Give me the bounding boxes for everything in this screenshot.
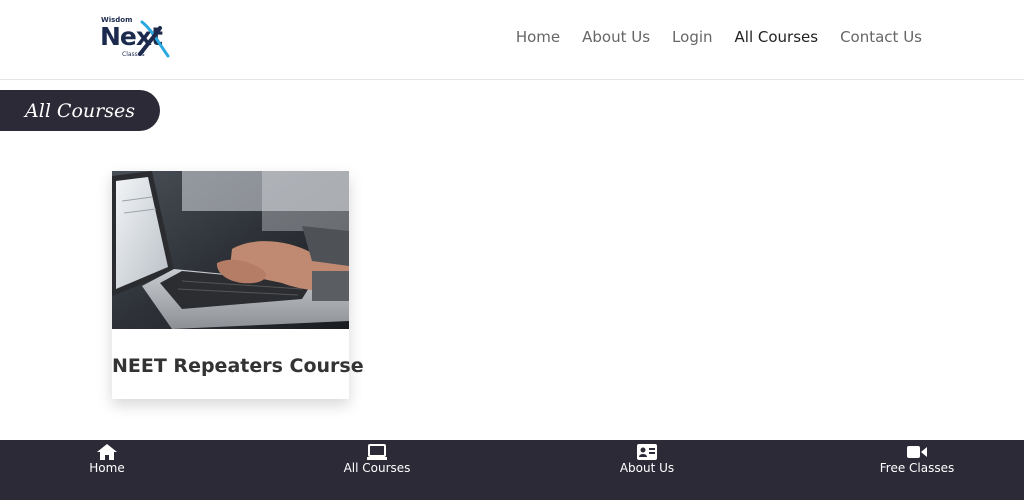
home-icon [97, 444, 117, 460]
laptop-typing-image [112, 171, 349, 329]
laptop-icon [367, 444, 387, 460]
logo-bottom-text: Classes [122, 51, 145, 58]
nav-all-courses[interactable]: All Courses [735, 28, 819, 46]
page-title: All Courses [25, 99, 135, 122]
course-image[interactable] [112, 171, 349, 329]
site-logo[interactable]: Wisdom Next Classes [100, 14, 174, 60]
bottom-nav-about-label: About Us [619, 461, 675, 475]
bottom-nav-free-classes[interactable]: Free Classes [817, 440, 1017, 500]
page-title-pill: All Courses [0, 90, 160, 131]
id-card-icon [637, 444, 657, 460]
bottom-nav-all-courses-label: All Courses [343, 461, 411, 475]
main-nav: Home About Us Login All Courses Contact … [516, 28, 922, 46]
bottom-nav-all-courses[interactable]: All Courses [277, 440, 477, 500]
nav-login[interactable]: Login [672, 28, 712, 46]
nav-contact[interactable]: Contact Us [840, 28, 922, 46]
bottom-nav: Home All Courses About Us Free Classes [0, 440, 1024, 500]
bottom-nav-home-label: Home [89, 461, 125, 475]
bottom-nav-about[interactable]: About Us [547, 440, 747, 500]
site-header: Wisdom Next Classes Home About Us Login … [0, 0, 1024, 80]
nav-home[interactable]: Home [516, 28, 560, 46]
bottom-nav-home[interactable]: Home [7, 440, 207, 500]
bottom-nav-free-classes-label: Free Classes [879, 461, 955, 475]
nav-about[interactable]: About Us [582, 28, 650, 46]
course-title[interactable]: NEET Repeaters Course [112, 355, 364, 377]
video-camera-icon [907, 446, 927, 458]
course-card[interactable]: NEET Repeaters Course [112, 171, 364, 399]
